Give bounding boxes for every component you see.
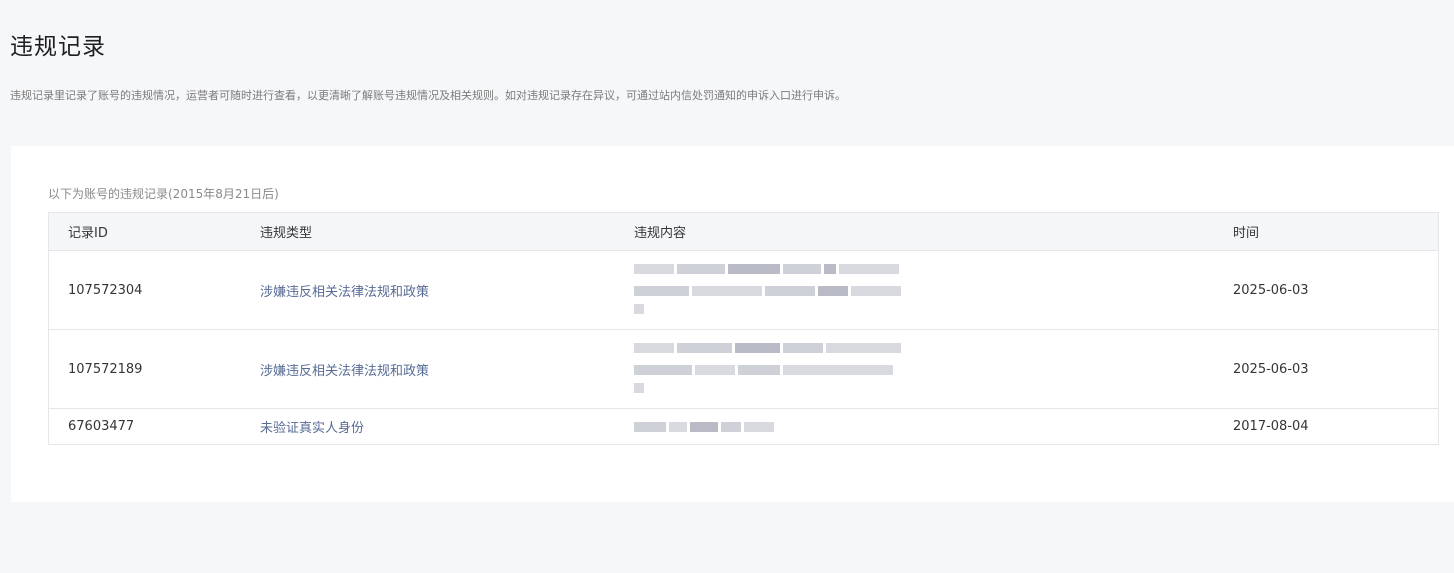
blurred-content xyxy=(634,343,901,393)
record-id: 107572189 xyxy=(68,361,143,377)
record-time: 2025-06-03 xyxy=(1233,282,1309,298)
column-header-time: 时间 xyxy=(1233,226,1260,241)
column-header-type: 违规类型 xyxy=(260,226,313,241)
blurred-content xyxy=(634,264,901,314)
page-title: 违规记录 xyxy=(10,34,106,60)
table-header: 记录ID 违规类型 违规内容 时间 xyxy=(49,213,1438,251)
record-time: 2017-08-04 xyxy=(1233,419,1309,434)
table-row: 107572304 涉嫌违反相关法律法规和政策 2025-06-03 xyxy=(49,251,1438,330)
blurred-content xyxy=(634,422,774,432)
table-row: 67603477 未验证真实人身份 2017-08-04 xyxy=(49,409,1438,445)
record-time: 2025-06-03 xyxy=(1233,361,1309,377)
violation-type-link[interactable]: 涉嫌违反相关法律法规和政策 xyxy=(260,251,429,329)
violation-type-link[interactable]: 未验证真实人身份 xyxy=(260,409,364,444)
violation-records-page: 违规记录 违规记录里记录了账号的违规情况，运营者可随时进行查看，以更清晰了解账号… xyxy=(0,0,1454,573)
record-id: 67603477 xyxy=(68,419,135,434)
record-id: 107572304 xyxy=(68,282,143,298)
column-header-id: 记录ID xyxy=(68,226,108,241)
records-card: 以下为账号的违规记录(2015年8月21日后) 记录ID 违规类型 违规内容 时… xyxy=(11,146,1454,502)
records-caption: 以下为账号的违规记录(2015年8月21日后) xyxy=(48,187,279,201)
table-row: 107572189 涉嫌违反相关法律法规和政策 2025-06-03 xyxy=(49,330,1438,409)
column-header-content: 违规内容 xyxy=(634,226,687,241)
violation-type-link[interactable]: 涉嫌违反相关法律法规和政策 xyxy=(260,330,429,408)
records-table: 记录ID 违规类型 违规内容 时间 107572304 涉嫌违反相关法律法规和政… xyxy=(48,212,1439,445)
page-description: 违规记录里记录了账号的违规情况，运营者可随时进行查看，以更清晰了解账号违规情况及… xyxy=(10,89,846,102)
